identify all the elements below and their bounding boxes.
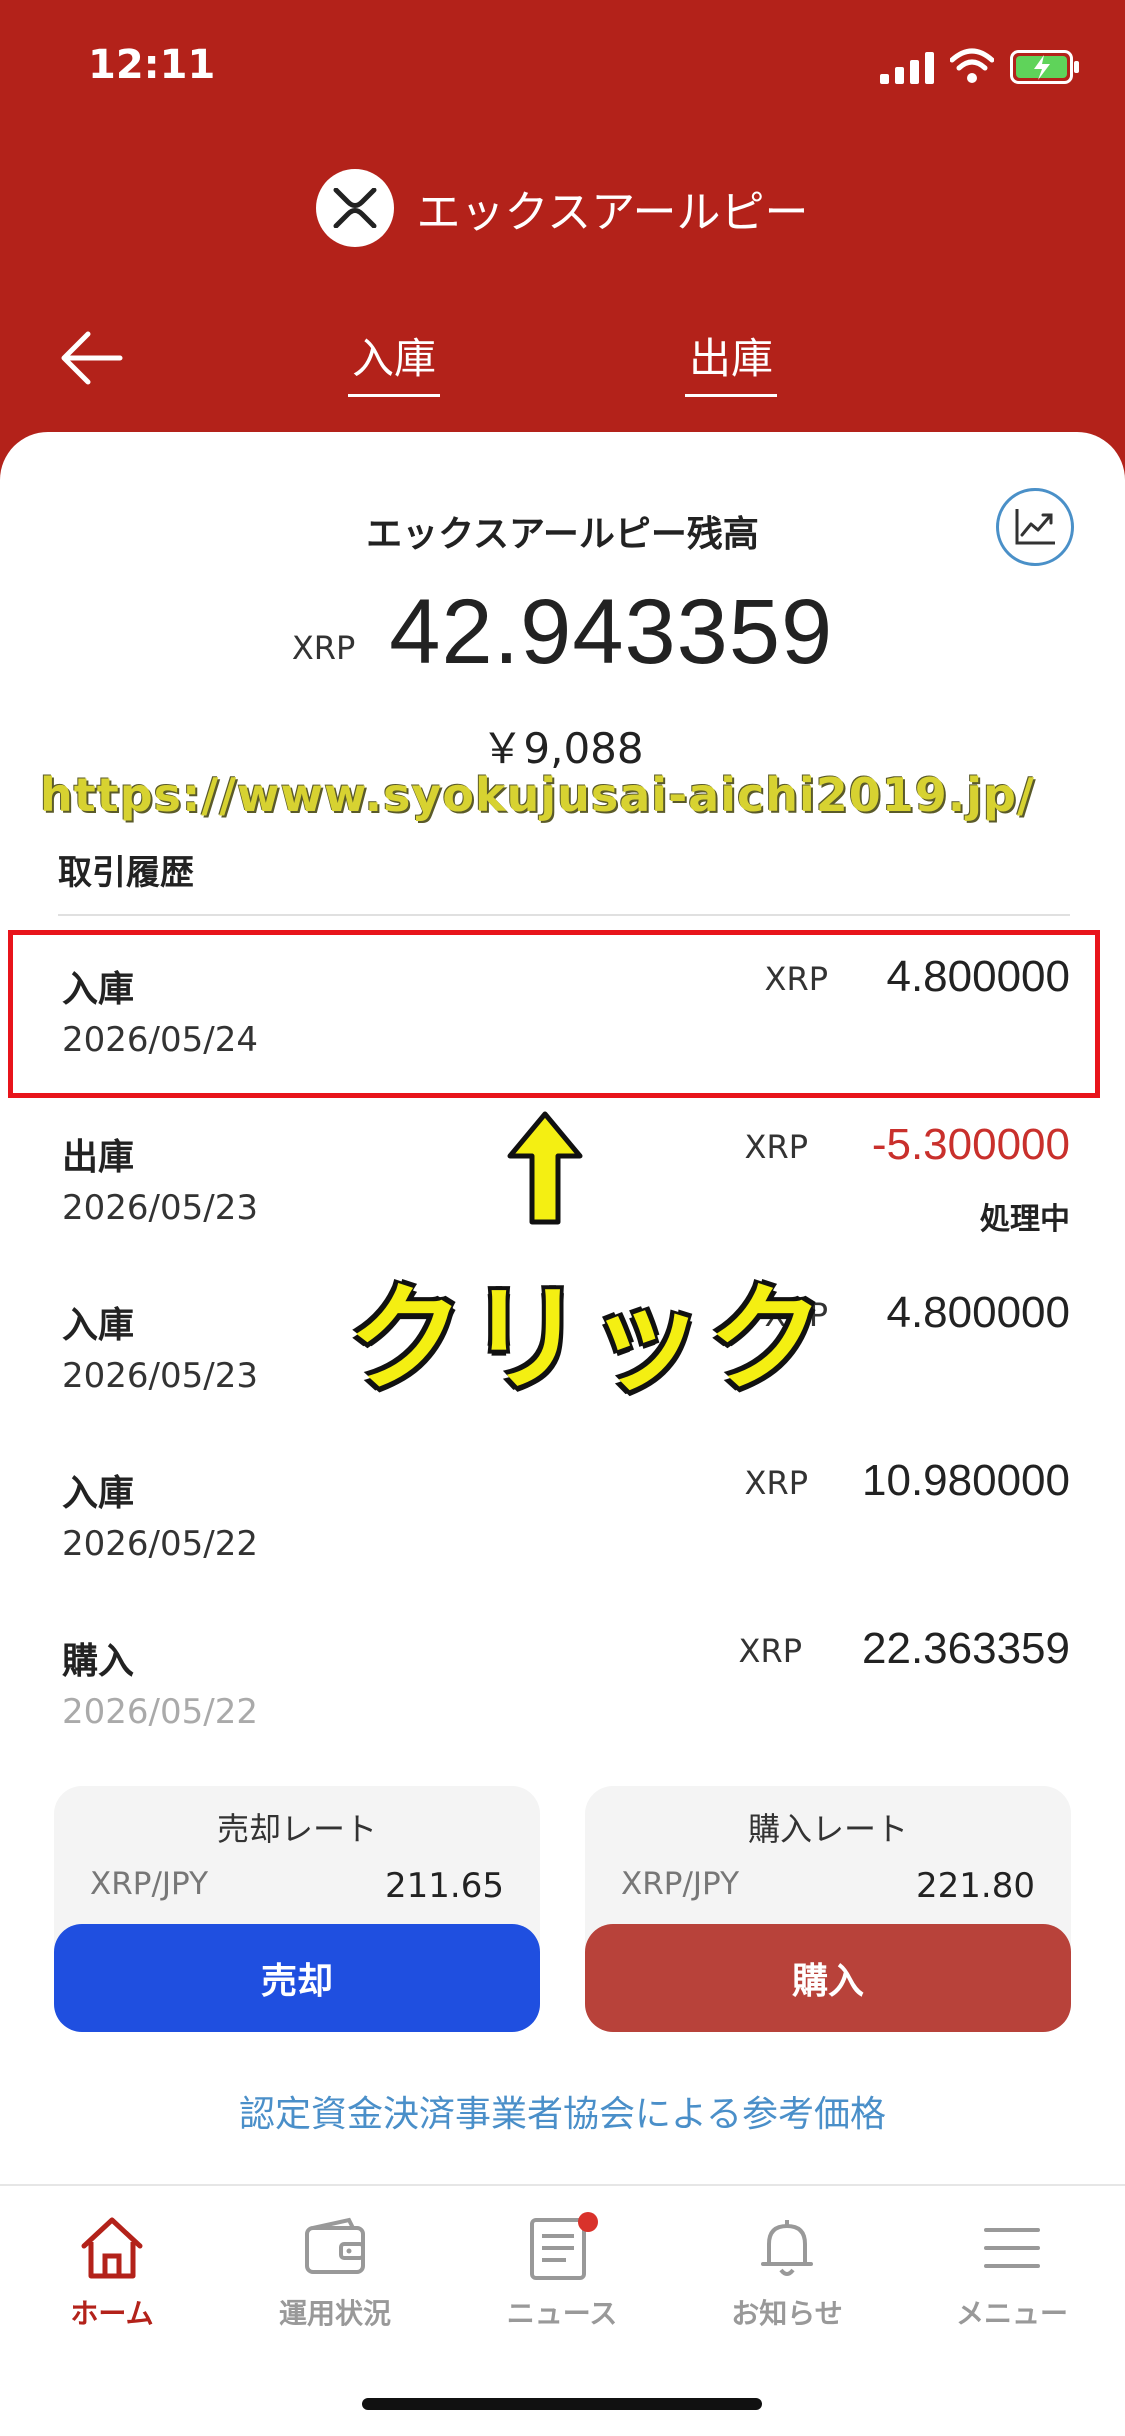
transaction-row[interactable]: 購入 2026/05/22 XRP 22.363359 xyxy=(58,1620,1070,1770)
tx-date: 2026/05/23 xyxy=(62,1188,258,1228)
tx-date: 2026/05/22 xyxy=(62,1524,258,1564)
tx-status-badge: 処理中 xyxy=(980,1202,1070,1237)
tab-deposit-label: 入庫 xyxy=(351,334,436,383)
tx-amount: 10.980000 xyxy=(862,1456,1070,1505)
page-title: エックスアールピー xyxy=(416,187,809,238)
tx-type: 入庫 xyxy=(62,1473,135,1514)
transaction-row[interactable]: 入庫 2026/05/22 XRP 10.980000 xyxy=(58,1452,1070,1602)
tx-type: 入庫 xyxy=(62,1305,135,1346)
brand-bar: エックスアールピー xyxy=(0,168,1125,248)
buy-rate-pair: XRP/JPY xyxy=(621,1866,740,1902)
history-title: 取引履歴 xyxy=(58,853,194,893)
buy-rate-value: 221.80 xyxy=(916,1866,1035,1906)
nav-label: ニュース xyxy=(506,2297,618,2330)
nav-item-home[interactable]: ホーム xyxy=(22,2212,202,2352)
tx-date: 2026/05/23 xyxy=(62,1356,258,1396)
buy-rate-title: 購入レート xyxy=(747,1810,908,1848)
tx-amount: 4.800000 xyxy=(886,1288,1070,1337)
highlight-box xyxy=(8,930,1100,1098)
back-arrow-icon[interactable] xyxy=(58,328,126,388)
tx-unit: XRP xyxy=(738,1632,802,1670)
nav-item-notifications[interactable]: お知らせ xyxy=(697,2212,877,2352)
divider xyxy=(58,914,1070,916)
tab-underline xyxy=(348,394,440,397)
nav-label: お知らせ xyxy=(731,2297,843,2330)
buy-button[interactable]: 購入 xyxy=(585,1924,1071,2032)
sell-rate-title: 売却レート xyxy=(216,1810,377,1848)
bell-icon xyxy=(761,2220,813,2276)
sell-button[interactable]: 売却 xyxy=(54,1924,540,2032)
nav-item-news[interactable]: ニュース xyxy=(472,2212,652,2352)
sell-rate-panel: 売却レート XRP/JPY 211.65 売却 xyxy=(54,1786,540,2032)
tab-deposit[interactable]: 入庫 xyxy=(348,325,440,397)
tx-type: 出庫 xyxy=(62,1137,135,1178)
balance-label: エックスアールピー残高 xyxy=(366,514,759,555)
tx-amount: 22.363359 xyxy=(862,1624,1070,1673)
xrp-logo-icon xyxy=(316,169,395,247)
home-indicator xyxy=(362,2398,762,2410)
tx-date: 2026/05/22 xyxy=(62,1692,258,1732)
up-arrow-icon xyxy=(507,1111,583,1225)
nav-item-menu[interactable]: メニュー xyxy=(922,2212,1102,2352)
balance-row: XRP 42.943359 xyxy=(0,580,1125,685)
battery-charging-icon xyxy=(1010,50,1079,84)
tx-unit: XRP xyxy=(744,1128,808,1166)
nav-label: ホーム xyxy=(70,2297,154,2330)
home-icon xyxy=(81,2217,143,2279)
tab-underline xyxy=(685,394,777,397)
sell-rate-pair: XRP/JPY xyxy=(90,1866,209,1902)
cellular-signal-icon xyxy=(880,52,934,84)
tx-type: 購入 xyxy=(62,1641,135,1682)
status-bar: 12:11 xyxy=(0,0,1125,140)
nav-item-portfolio[interactable]: 運用状況 xyxy=(245,2212,425,2352)
balance-jpy: ￥9,088 xyxy=(481,724,644,773)
watermark-url: https://www.syokujusai-aichi2019.jp/ xyxy=(40,768,1035,822)
tx-amount: -5.300000 xyxy=(871,1120,1070,1169)
tx-unit: XRP xyxy=(744,1464,808,1502)
click-annotation: クリック xyxy=(348,1272,828,1407)
status-time: 12:11 xyxy=(88,42,216,88)
wallet-icon xyxy=(305,2217,365,2274)
tab-withdraw-label: 出庫 xyxy=(688,334,773,383)
nav-label: 運用状況 xyxy=(278,2297,391,2330)
app-header: 12:11 エックスアールピー 入庫 出庫 xyxy=(0,0,1125,460)
menu-icon xyxy=(984,2228,1040,2268)
sell-rate-value: 211.65 xyxy=(385,1866,504,1906)
wifi-icon xyxy=(950,48,994,83)
balance-unit: XRP xyxy=(291,629,356,667)
news-icon xyxy=(530,2212,598,2280)
tab-withdraw[interactable]: 出庫 xyxy=(685,325,777,397)
balance-amount: 42.943359 xyxy=(389,581,834,683)
nav-label: メニュー xyxy=(955,2297,1068,2330)
buy-rate-panel: 購入レート XRP/JPY 221.80 購入 xyxy=(585,1786,1071,2032)
reference-price-link[interactable]: 認定資金決済事業者協会による参考価格 xyxy=(0,2085,1125,2137)
